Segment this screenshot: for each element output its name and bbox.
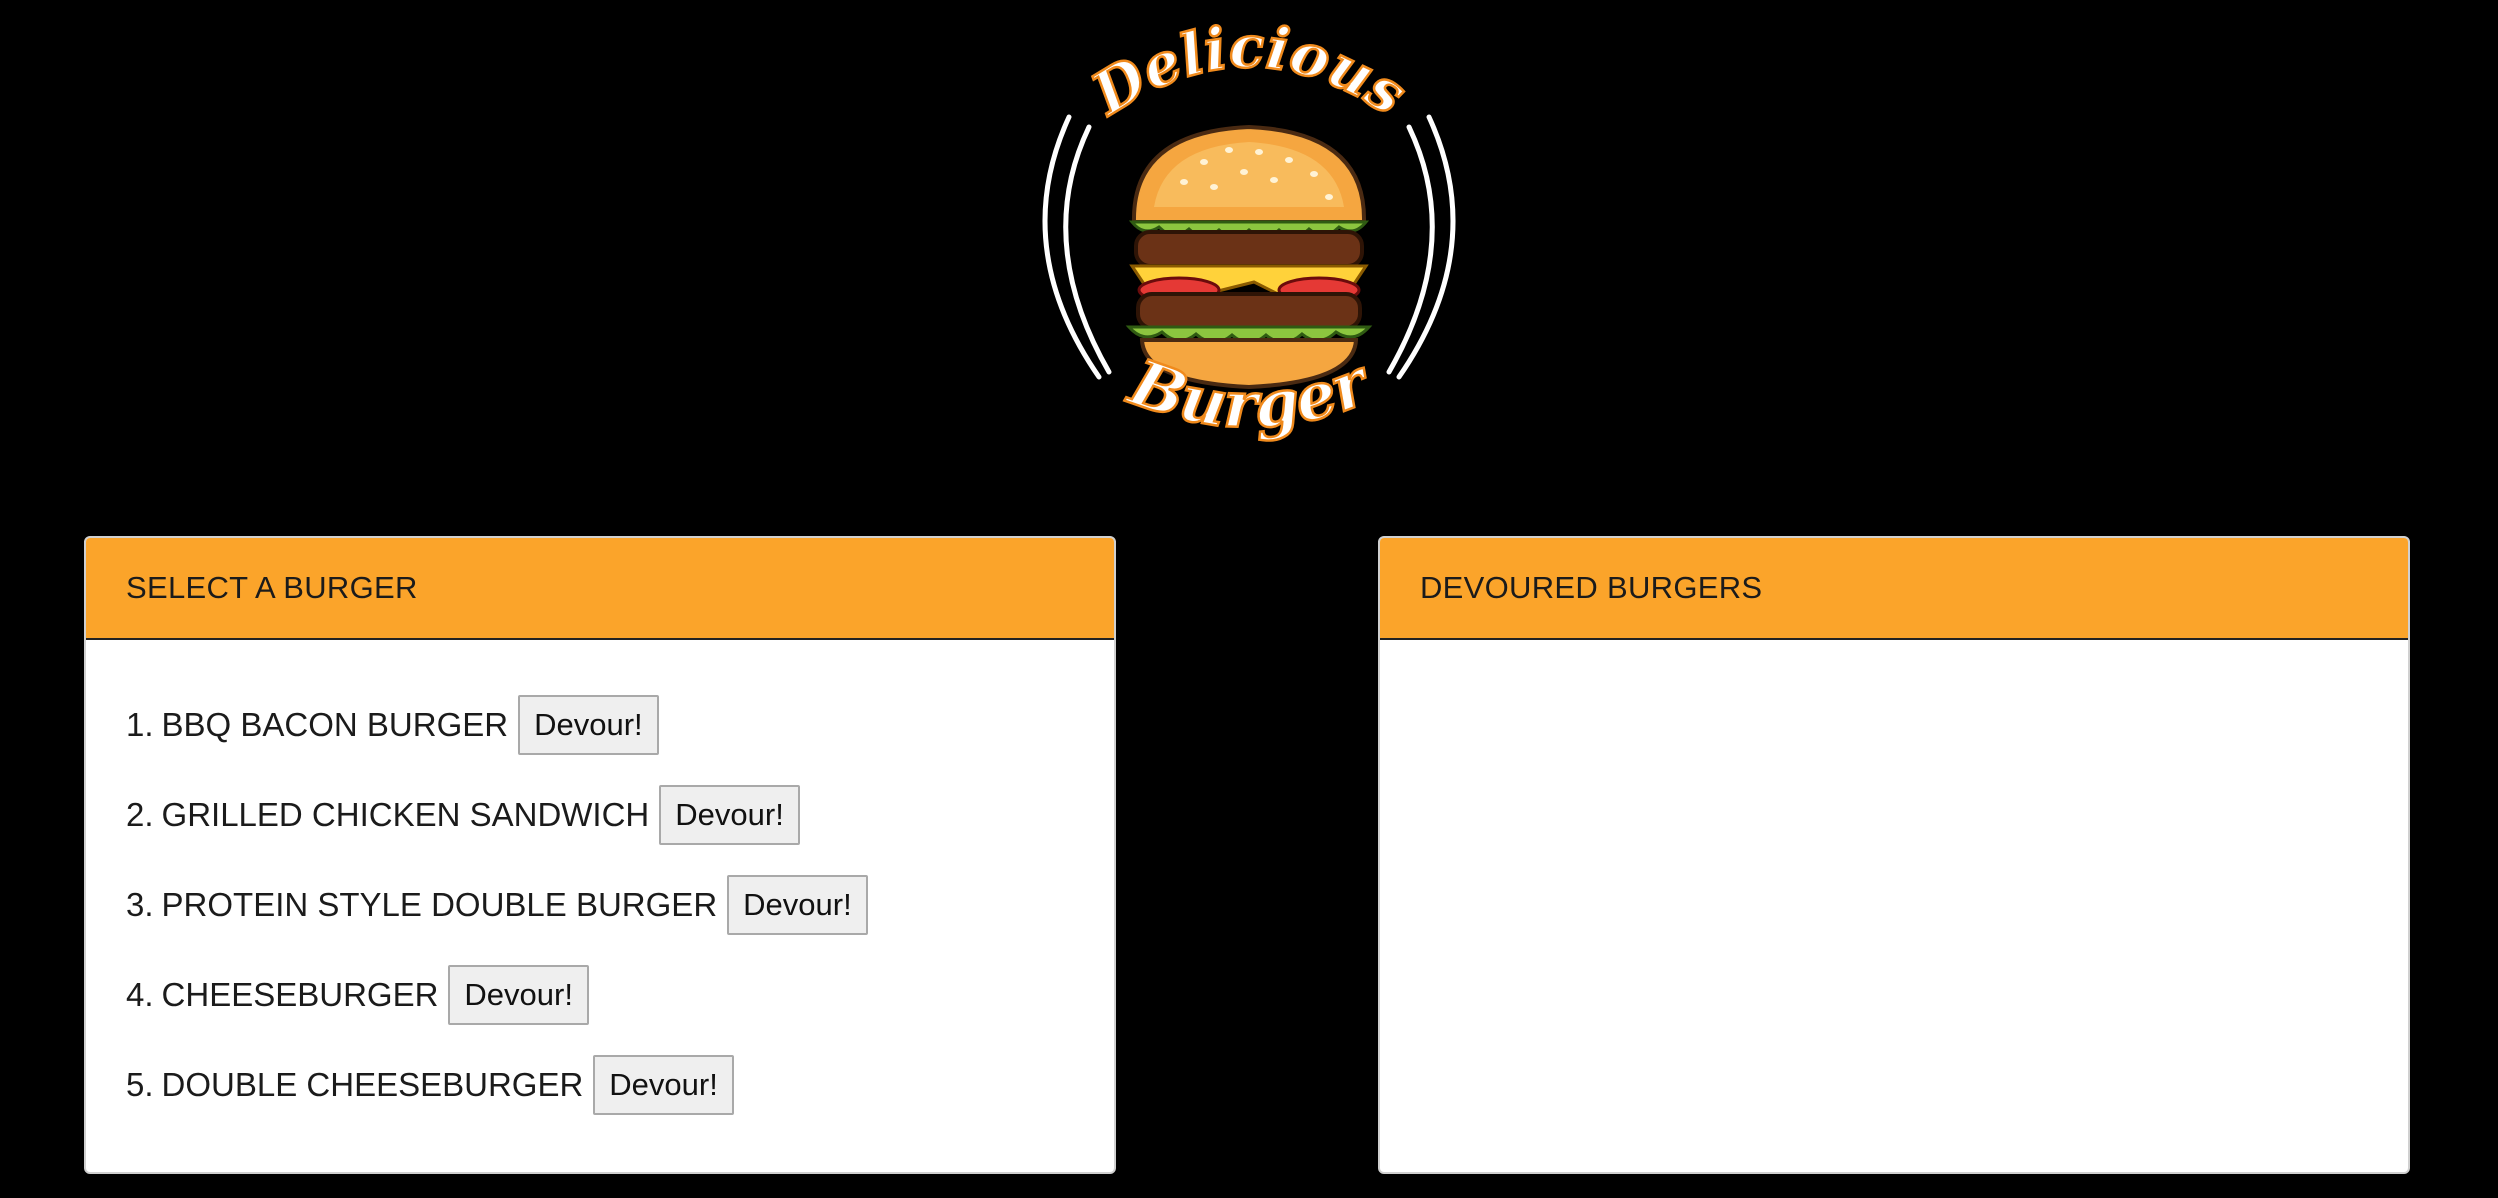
list-item: 5. DOUBLE CHEESEBURGER Devour! [126, 1040, 1074, 1130]
burger-name: CHEESEBURGER [161, 976, 439, 1013]
list-item: 4. CHEESEBURGER Devour! [126, 950, 1074, 1040]
list-item: 2. GRILLED CHICKEN SANDWICH Devour! [126, 770, 1074, 860]
burger-name: DOUBLE CHEESEBURGER [161, 1066, 584, 1103]
burger-number: 1. [126, 706, 154, 743]
devour-button[interactable]: Devour! [518, 695, 659, 755]
devoured-burgers-panel: DEVOURED BURGERS [1378, 536, 2410, 1174]
list-item: 3. PROTEIN STYLE DOUBLE BURGER Devour! [126, 860, 1074, 950]
devour-button[interactable]: Devour! [727, 875, 868, 935]
burger-logo-icon: Delicious Burger [1042, 22, 1456, 445]
list-item: 1. BBQ BACON BURGER Devour! [126, 680, 1074, 770]
burger-list: 1. BBQ BACON BURGER Devour! 2. GRILLED C… [126, 680, 1074, 1130]
devour-button[interactable]: Devour! [593, 1055, 734, 1115]
devour-button[interactable]: Devour! [448, 965, 589, 1025]
burger-number: 4. [126, 976, 154, 1013]
select-burger-panel: SELECT A BURGER 1. BBQ BACON BURGER Devo… [84, 536, 1116, 1174]
burger-number: 2. [126, 796, 154, 833]
burger-number: 3. [126, 886, 154, 923]
burger-name: PROTEIN STYLE DOUBLE BURGER [161, 886, 718, 923]
devoured-burgers-body [1380, 640, 2408, 720]
logo: Delicious Burger [1014, 22, 1484, 472]
select-burger-body: 1. BBQ BACON BURGER Devour! 2. GRILLED C… [86, 640, 1114, 1170]
devoured-burgers-header: DEVOURED BURGERS [1380, 538, 2408, 640]
devour-button[interactable]: Devour! [659, 785, 800, 845]
burger-name: BBQ BACON BURGER [161, 706, 509, 743]
svg-text:Delicious: Delicious [1079, 22, 1419, 129]
burger-name: GRILLED CHICKEN SANDWICH [161, 796, 650, 833]
select-burger-header: SELECT A BURGER [86, 538, 1114, 640]
burger-number: 5. [126, 1066, 154, 1103]
